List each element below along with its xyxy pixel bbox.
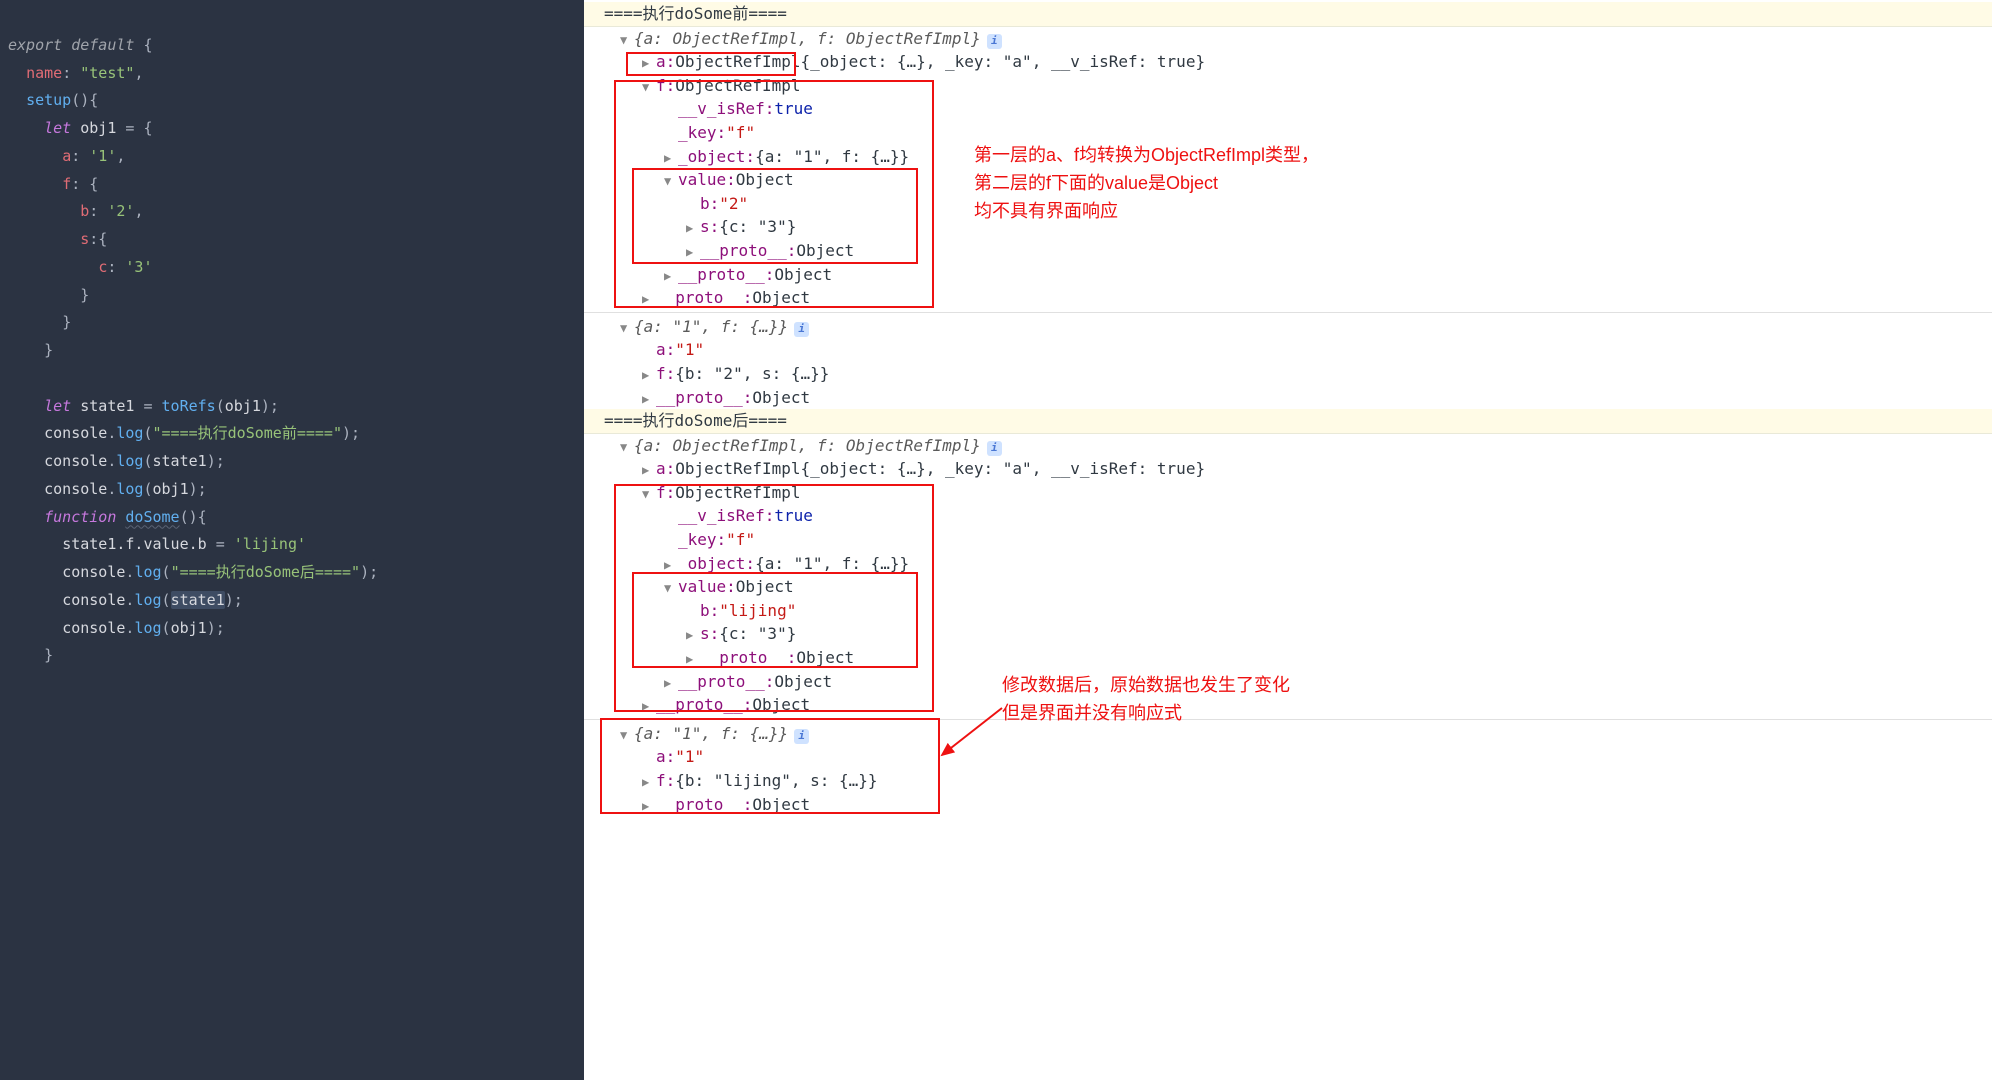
console-section-before: ====执行doSome前==== [584,2,1992,27]
disclosure-triangle-icon[interactable] [642,291,654,307]
prop-b: b [80,202,89,220]
disclosure-triangle-icon[interactable] [686,244,698,260]
disclosure-triangle-icon[interactable] [642,486,654,502]
prop-a-line[interactable]: a: ObjectRefImpl {_object: {…}, _key: "a… [584,50,1992,74]
info-icon[interactable]: i [794,322,809,337]
log-obj1-summary[interactable]: {a: "1", f: {…}} i [584,315,1992,339]
disclosure-triangle-icon[interactable] [620,320,632,336]
info-icon[interactable]: i [987,34,1002,49]
log-str-before: "====执行doSome前====" [153,424,343,442]
disclosure-triangle-icon[interactable] [664,268,676,284]
devtools-console: ====执行doSome前==== {a: ObjectRefImpl, f: … [584,0,1992,1080]
log-arg-obj1: obj1 [153,480,189,498]
log-arg-state1-after: state1 [171,591,225,609]
prop-f: f [62,175,71,193]
disclosure-triangle-icon[interactable] [664,675,676,691]
annotation-top: 第一层的a、f均转换为ObjectRefImpl类型， 第二层的f下面的valu… [974,142,1319,226]
arg-obj1: obj1 [225,397,261,415]
disclosure-triangle-icon[interactable] [620,439,632,455]
info-icon[interactable]: i [794,729,809,744]
prop-root-proto[interactable]: __proto__: Object [584,286,1992,310]
fn-doSome: doSome [125,508,179,526]
prop-name: name [26,64,62,82]
val-b: '2' [107,202,134,220]
disclosure-triangle-icon[interactable] [642,462,654,478]
prop-f-line-after[interactable]: f: ObjectRefImpl [584,481,1992,505]
prop-v-isRef: __v_isRef: true [584,97,1992,121]
prop-s: s [80,230,89,248]
info-icon[interactable]: i [987,441,1002,456]
code-editor: export default { name: "test", setup(){ … [0,0,584,1080]
prop-value-proto[interactable]: __proto__: Object [584,239,1992,263]
prop-f-line[interactable]: f: ObjectRefImpl [584,74,1992,98]
disclosure-triangle-icon[interactable] [664,580,676,596]
console-section-after: ====执行doSome后==== [584,409,1992,434]
disclosure-triangle-icon[interactable] [642,55,654,71]
disclosure-triangle-icon[interactable] [664,173,676,189]
id-state1: state1 [80,397,134,415]
prop-value-after[interactable]: value: Object [584,575,1992,599]
fn-toRefs: toRefs [162,397,216,415]
obj1-after-proto[interactable]: __proto__: Object [584,793,1992,817]
disclosure-triangle-icon[interactable] [686,220,698,236]
id-obj1: obj1 [80,119,116,137]
fn-setup: setup [26,91,71,109]
assignment-rhs: 'lijing' [234,535,306,553]
kw-let: let [44,119,71,137]
val-c: '3' [125,258,152,276]
assignment-lhs: state1.f.value.b [62,535,207,553]
log-state1-after-summary[interactable]: {a: ObjectRefImpl, f: ObjectRefImpl} i [584,434,1992,458]
kw-let2: let [44,397,71,415]
id-console: console [44,424,107,442]
prop-a: a [62,147,71,165]
disclosure-triangle-icon[interactable] [642,698,654,714]
disclosure-triangle-icon[interactable] [642,367,654,383]
section-before-text: ====执行doSome前==== [604,3,787,25]
obj1-after-a: a: "1" [584,745,1992,769]
prop-value-b-after: b: "lijing" [584,599,1992,623]
disclosure-triangle-icon[interactable] [642,79,654,95]
disclosure-triangle-icon[interactable] [620,727,632,743]
section-after-text: ====执行doSome后==== [604,410,787,432]
log-arg-state1: state1 [153,452,207,470]
fn-log: log [116,424,143,442]
obj1-proto[interactable]: __proto__: Object [584,386,1992,410]
kw-default: default [71,36,134,54]
disclosure-triangle-icon[interactable] [642,391,654,407]
disclosure-triangle-icon[interactable] [620,32,632,48]
obj1-a: a: "1" [584,338,1992,362]
val-a: '1' [89,147,116,165]
log-str-after: "====执行doSome后====" [171,563,361,581]
annotation-bottom: 修改数据后，原始数据也发生了变化 但是界面并没有响应式 [1002,672,1290,728]
log-arg-obj1-after: obj1 [171,619,207,637]
obj1-after-f[interactable]: f: {b: "lijing", s: {…}} [584,769,1992,793]
disclosure-triangle-icon[interactable] [664,150,676,166]
obj1-f[interactable]: f: {b: "2", s: {…}} [584,362,1992,386]
prop-f-proto[interactable]: __proto__: Object [584,263,1992,287]
disclosure-triangle-icon[interactable] [642,798,654,814]
disclosure-triangle-icon[interactable] [686,627,698,643]
kw-export: export [8,36,62,54]
prop-c: c [98,258,107,276]
disclosure-triangle-icon[interactable] [664,557,676,573]
prop-a-line-after[interactable]: a: ObjectRefImpl {_object: {…}, _key: "a… [584,457,1992,481]
kw-function: function [44,508,116,526]
name-value: "test" [80,64,134,82]
disclosure-triangle-icon[interactable] [642,774,654,790]
obj-summary: {a: ObjectRefImpl, f: ObjectRefImpl} [634,28,981,50]
disclosure-triangle-icon[interactable] [686,651,698,667]
log-state1-summary[interactable]: {a: ObjectRefImpl, f: ObjectRefImpl} i [584,27,1992,51]
